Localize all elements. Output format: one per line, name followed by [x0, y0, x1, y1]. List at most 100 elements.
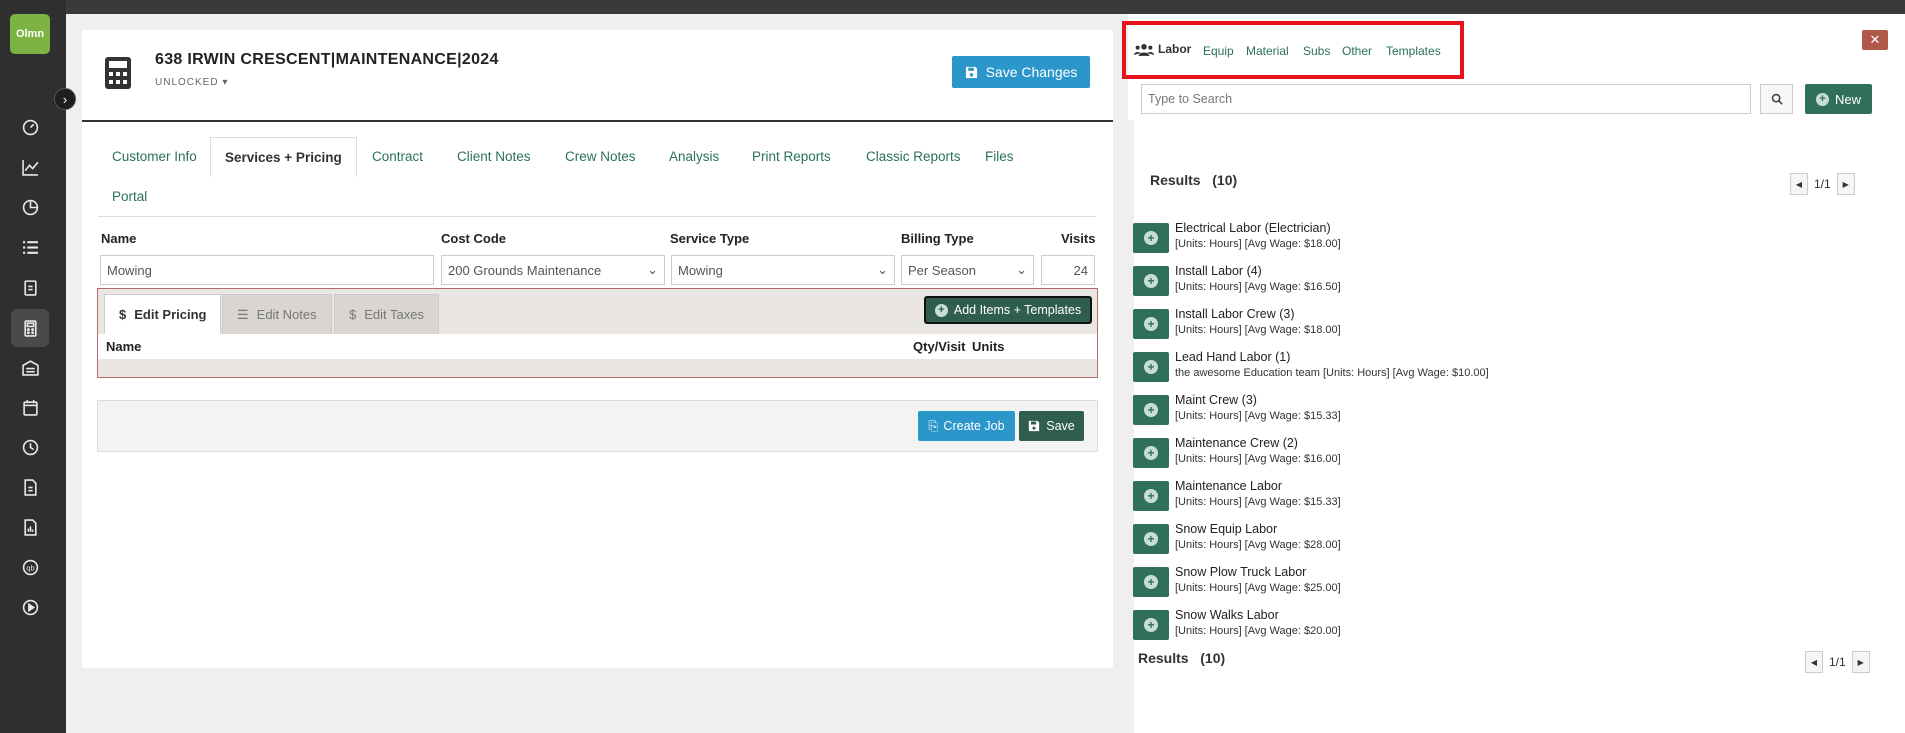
- col-header-units: Units: [972, 339, 1005, 354]
- tab-other[interactable]: Other: [1342, 44, 1372, 58]
- item-name: Maintenance Crew (2): [1175, 436, 1298, 450]
- nav-expand-chevron-icon[interactable]: ›: [54, 88, 76, 110]
- item-detail: [Units: Hours] [Avg Wage: $16.00]: [1175, 453, 1341, 465]
- tab-templates[interactable]: Templates: [1386, 44, 1441, 58]
- add-item-button[interactable]: +: [1133, 395, 1169, 425]
- pie-chart-icon[interactable]: [19, 196, 41, 218]
- tab-portal[interactable]: Portal: [98, 177, 161, 217]
- chevron-down-icon: ⌄: [647, 262, 658, 277]
- list-item: + Install Labor Crew (3) [Units: Hours] …: [1133, 307, 1833, 345]
- billing-type-value: Per Season: [908, 262, 976, 278]
- cost-code-value: 200 Grounds Maintenance: [448, 262, 602, 278]
- item-detail: [Units: Hours] [Avg Wage: $15.33]: [1175, 496, 1341, 508]
- service-name-input[interactable]: Mowing: [100, 255, 434, 285]
- dashboard-icon[interactable]: [19, 116, 41, 138]
- tab-crew-notes[interactable]: Crew Notes: [551, 137, 650, 177]
- create-job-button[interactable]: ⎘ Create Job: [918, 411, 1015, 441]
- caret-down-icon: ▾: [222, 77, 229, 88]
- tab-customer-info[interactable]: Customer Info: [98, 137, 211, 177]
- add-item-button[interactable]: +: [1133, 223, 1169, 253]
- prev-page-icon[interactable]: ◀: [1805, 651, 1823, 673]
- tab-services-pricing[interactable]: Services + Pricing: [210, 137, 357, 177]
- service-name-value: Mowing: [107, 262, 152, 278]
- plus-circle-icon: +: [1815, 92, 1829, 106]
- tab-equip[interactable]: Equip: [1203, 44, 1234, 58]
- play-icon[interactable]: [19, 596, 41, 618]
- tab-contract[interactable]: Contract: [358, 137, 437, 177]
- item-detail: the awesome Education team [Units: Hours…: [1175, 367, 1489, 379]
- service-type-select[interactable]: Mowing ⌄: [671, 255, 895, 285]
- list-item: + Electrical Labor (Electrician) [Units:…: [1133, 221, 1833, 259]
- search-icon: [1771, 93, 1783, 105]
- pricing-subpanel: $ Edit Pricing ☰ Edit Notes $ Edit Taxes…: [97, 288, 1098, 378]
- add-item-button[interactable]: +: [1133, 438, 1169, 468]
- calendar-icon[interactable]: [19, 396, 41, 418]
- tab-subs[interactable]: Subs: [1303, 44, 1330, 58]
- item-name: Snow Plow Truck Labor: [1175, 565, 1307, 579]
- item-name: Maint Crew (3): [1175, 393, 1257, 407]
- add-item-button[interactable]: +: [1133, 266, 1169, 296]
- add-item-button[interactable]: +: [1133, 352, 1169, 382]
- clipboard-icon[interactable]: [19, 276, 41, 298]
- col-header-qty-visit: Qty/Visit: [913, 339, 966, 354]
- chart-line-icon[interactable]: [19, 156, 41, 178]
- svg-text:qb: qb: [26, 563, 34, 572]
- create-job-icon: ⎘: [928, 418, 939, 433]
- results-heading-bottom: Results (10): [1138, 650, 1225, 666]
- cost-code-select[interactable]: 200 Grounds Maintenance ⌄: [441, 255, 665, 285]
- visits-value: 24: [1073, 262, 1088, 278]
- visits-input[interactable]: 24: [1041, 255, 1095, 285]
- list-item: + Maint Crew (3) [Units: Hours] [Avg Wag…: [1133, 393, 1833, 431]
- invoice-icon[interactable]: [19, 476, 41, 498]
- save-button[interactable]: Save: [1019, 411, 1084, 441]
- add-item-button[interactable]: +: [1133, 309, 1169, 339]
- tab-edit-notes[interactable]: ☰ Edit Notes: [222, 294, 332, 334]
- add-items-templates-button[interactable]: + Add Items + Templates: [924, 296, 1092, 324]
- chevron-down-icon: ⌄: [877, 262, 888, 277]
- estimate-tabs: Customer Info Services + Pricing Contrac…: [98, 137, 1096, 217]
- plus-circle-icon: +: [1144, 446, 1158, 460]
- search-button[interactable]: [1760, 84, 1793, 114]
- list-icon[interactable]: [19, 236, 41, 258]
- close-panel-button[interactable]: ✕: [1862, 30, 1888, 50]
- add-item-button[interactable]: +: [1133, 610, 1169, 640]
- prev-page-icon[interactable]: ◀: [1790, 173, 1808, 195]
- items-table-header: Name Qty/Visit Units: [98, 334, 1097, 359]
- results-label: Results: [1138, 650, 1189, 666]
- tab-classic-reports[interactable]: Classic Reports: [852, 137, 975, 177]
- next-page-icon[interactable]: ▶: [1851, 651, 1870, 673]
- add-item-button[interactable]: +: [1133, 524, 1169, 554]
- tab-material[interactable]: Material: [1246, 44, 1289, 58]
- status-dropdown[interactable]: UNLOCKED ▾: [155, 77, 228, 88]
- save-changes-button[interactable]: Save Changes: [952, 56, 1090, 88]
- billing-type-select[interactable]: Per Season ⌄: [901, 255, 1034, 285]
- clock-icon[interactable]: [19, 436, 41, 458]
- qb-icon[interactable]: qb: [19, 556, 41, 578]
- tab-edit-pricing[interactable]: $ Edit Pricing: [104, 294, 222, 334]
- item-detail: [Units: Hours] [Avg Wage: $18.00]: [1175, 324, 1341, 336]
- warehouse-icon[interactable]: [19, 356, 41, 378]
- pager-bottom: ◀ 1/1 ▶: [1805, 651, 1870, 673]
- report-icon[interactable]: [19, 516, 41, 538]
- item-detail: [Units: Hours] [Avg Wage: $18.00]: [1175, 238, 1341, 250]
- add-item-button[interactable]: +: [1133, 481, 1169, 511]
- calculator-icon: [104, 56, 132, 90]
- floppy-icon: [965, 66, 977, 78]
- tab-client-notes[interactable]: Client Notes: [443, 137, 545, 177]
- calculator-icon[interactable]: [19, 317, 41, 339]
- search-placeholder: Type to Search: [1148, 92, 1233, 106]
- new-item-button[interactable]: + New: [1805, 84, 1872, 114]
- logo[interactable]: Olmn: [10, 14, 50, 54]
- tab-print-reports[interactable]: Print Reports: [738, 137, 845, 177]
- tab-edit-taxes[interactable]: $ Edit Taxes: [334, 294, 439, 334]
- tab-analysis[interactable]: Analysis: [655, 137, 733, 177]
- results-heading-top: Results (10): [1150, 172, 1237, 188]
- add-item-button[interactable]: +: [1133, 567, 1169, 597]
- next-page-icon[interactable]: ▶: [1836, 173, 1855, 195]
- users-icon: [1134, 43, 1154, 56]
- list-item: + Lead Hand Labor (1) the awesome Educat…: [1133, 350, 1833, 388]
- item-search-input[interactable]: Type to Search: [1141, 84, 1751, 114]
- tab-labor[interactable]: Labor: [1134, 42, 1191, 56]
- tab-files[interactable]: Files: [971, 137, 1028, 177]
- plus-circle-icon: +: [1144, 532, 1158, 546]
